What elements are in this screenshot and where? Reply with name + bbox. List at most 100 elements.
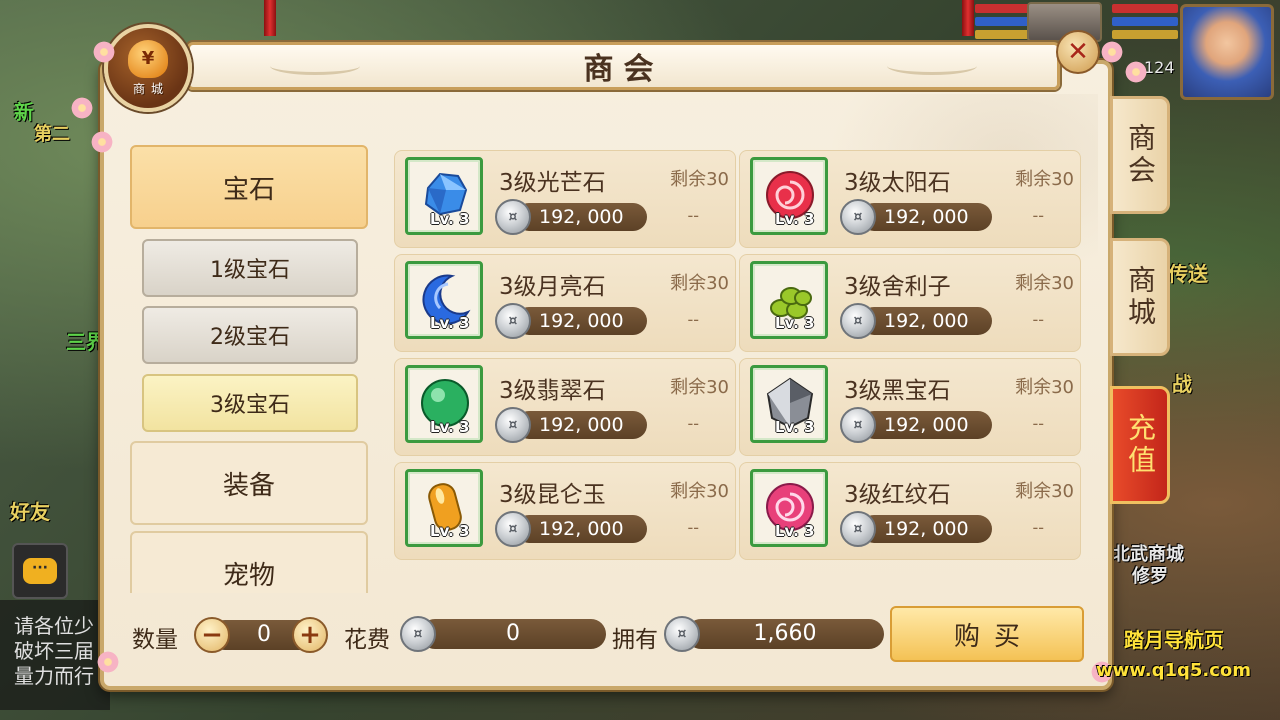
buy-button[interactable]: 购买: [890, 606, 1084, 662]
item-icon-frame[interactable]: Lv. 3: [405, 469, 483, 547]
minus-icon: −: [201, 620, 223, 650]
item-level: Lv. 3: [430, 418, 470, 436]
category-equipment[interactable]: 装备: [130, 441, 368, 525]
item-remaining: 剩余30: [670, 481, 729, 502]
item-level: Lv. 3: [775, 210, 815, 228]
item-card[interactable]: Lv. 3 3级光芒石 剩余30 192, 000 ¤ --: [394, 150, 736, 248]
emblem-label: 商城: [132, 81, 169, 96]
flower-ornament: [96, 650, 120, 674]
scene-text: 第二: [34, 124, 70, 145]
player-level: 124: [1144, 58, 1175, 77]
player-portrait[interactable]: [1180, 4, 1274, 100]
friends-label[interactable]: 好友: [10, 496, 50, 525]
item-card[interactable]: Lv. 3 3级昆仑玉 剩余30 192, 000 ¤ --: [394, 462, 736, 560]
scene-text: 修罗: [1132, 566, 1168, 587]
player-status-bars: [1112, 0, 1178, 39]
plus-icon: +: [299, 620, 321, 650]
item-card[interactable]: Lv. 3 3级太阳石 剩余30 192, 000 ¤ --: [739, 150, 1081, 248]
item-icon-frame[interactable]: Lv. 3: [405, 365, 483, 443]
item-level: Lv. 3: [430, 522, 470, 540]
category-list: 宝石 1级宝石 2级宝石 3级宝石 装备 宠物: [130, 145, 370, 593]
tab-mall[interactable]: 商城: [1110, 238, 1170, 356]
item-owned-count: --: [687, 206, 699, 225]
chat-line: 请各位少: [14, 614, 94, 638]
item-owned-count: --: [1032, 414, 1044, 433]
item-icon-frame[interactable]: Lv. 3: [405, 157, 483, 235]
title-bar: 商会: [187, 42, 1060, 90]
swirl-ornament: [270, 57, 360, 75]
silver-coin-icon: ¤: [495, 511, 531, 547]
item-remaining: 剩余30: [1015, 377, 1074, 398]
flower-ornament: [70, 96, 94, 120]
silver-coin-icon: ¤: [495, 303, 531, 339]
item-owned-count: --: [1032, 310, 1044, 329]
silver-coin-icon: ¤: [664, 616, 700, 652]
item-owned-count: --: [1032, 206, 1044, 225]
owned-value: 1,660: [686, 619, 884, 649]
watermark-url: www.q1q5.com: [1096, 660, 1252, 681]
flower-ornament: [1124, 60, 1148, 84]
close-icon: ✕: [1067, 37, 1089, 67]
increase-quantity-button[interactable]: +: [292, 617, 328, 653]
swirl-ornament: [887, 57, 977, 75]
subcategory-level3-gems[interactable]: 3级宝石: [142, 374, 358, 432]
item-card[interactable]: Lv. 3 3级红纹石 剩余30 192, 000 ¤ --: [739, 462, 1081, 560]
item-price: 192, 000: [860, 411, 992, 439]
shop-emblem: ¥ 商城: [104, 24, 192, 112]
red-pole: [264, 0, 276, 36]
silver-coin-icon: ¤: [840, 303, 876, 339]
item-owned-count: --: [687, 414, 699, 433]
item-card[interactable]: Lv. 3 3级翡翠石 剩余30 192, 000 ¤ --: [394, 358, 736, 456]
owned-label: 拥有: [612, 627, 658, 653]
cost-label: 花费: [344, 627, 390, 653]
item-level: Lv. 3: [430, 210, 470, 228]
chat-bubble-icon: ···: [23, 558, 57, 584]
decrease-quantity-button[interactable]: −: [194, 617, 230, 653]
item-price: 192, 000: [860, 515, 992, 543]
item-price: 192, 000: [515, 307, 647, 335]
item-price: 192, 000: [860, 203, 992, 231]
silver-coin-icon: ¤: [495, 407, 531, 443]
category-pets[interactable]: 宠物: [130, 531, 368, 593]
item-owned-count: --: [687, 518, 699, 537]
item-name: 3级红纹石: [844, 482, 951, 508]
chat-line: 量力而行: [14, 664, 94, 688]
page-title: 商会: [583, 52, 664, 87]
watermark-title: 踏月导航页: [1124, 628, 1224, 652]
item-remaining: 剩余30: [1015, 169, 1074, 190]
money-bag-icon: ¥: [128, 39, 168, 78]
item-level: Lv. 3: [430, 314, 470, 332]
item-icon-frame[interactable]: Lv. 3: [405, 261, 483, 339]
item-level: Lv. 3: [775, 418, 815, 436]
scene-text: 战: [1172, 372, 1192, 396]
quantity-value[interactable]: 0: [240, 620, 288, 650]
item-icon-frame[interactable]: Lv. 3: [750, 365, 828, 443]
flower-ornament: [90, 130, 114, 154]
item-icon-frame[interactable]: Lv. 3: [750, 261, 828, 339]
item-remaining: 剩余30: [670, 377, 729, 398]
item-level: Lv. 3: [775, 522, 815, 540]
item-name: 3级光芒石: [499, 170, 606, 196]
item-name: 3级翡翠石: [499, 378, 606, 404]
item-remaining: 剩余30: [670, 169, 729, 190]
item-remaining: 剩余30: [1015, 481, 1074, 502]
silver-coin-icon: ¤: [400, 616, 436, 652]
tab-recharge[interactable]: 充值: [1110, 386, 1170, 504]
silver-coin-icon: ¤: [495, 199, 531, 235]
item-price: 192, 000: [515, 411, 647, 439]
item-card[interactable]: Lv. 3 3级舍利子 剩余30 192, 000 ¤ --: [739, 254, 1081, 352]
item-card[interactable]: Lv. 3 3级月亮石 剩余30 192, 000 ¤ --: [394, 254, 736, 352]
subcategory-level2-gems[interactable]: 2级宝石: [142, 306, 358, 364]
item-card[interactable]: Lv. 3 3级黑宝石 剩余30 192, 000 ¤ --: [739, 358, 1081, 456]
item-icon-frame[interactable]: Lv. 3: [750, 157, 828, 235]
tab-trade-guild[interactable]: 商会: [1110, 96, 1170, 214]
chat-button[interactable]: ···: [12, 543, 68, 599]
scene-text: 新: [14, 100, 34, 124]
category-gems[interactable]: 宝石: [130, 145, 368, 229]
item-icon-frame[interactable]: Lv. 3: [750, 469, 828, 547]
subcategory-level1-gems[interactable]: 1级宝石: [142, 239, 358, 297]
silver-coin-icon: ¤: [840, 199, 876, 235]
item-name: 3级月亮石: [499, 274, 606, 300]
close-button[interactable]: ✕: [1056, 30, 1100, 74]
item-owned-count: --: [1032, 518, 1044, 537]
